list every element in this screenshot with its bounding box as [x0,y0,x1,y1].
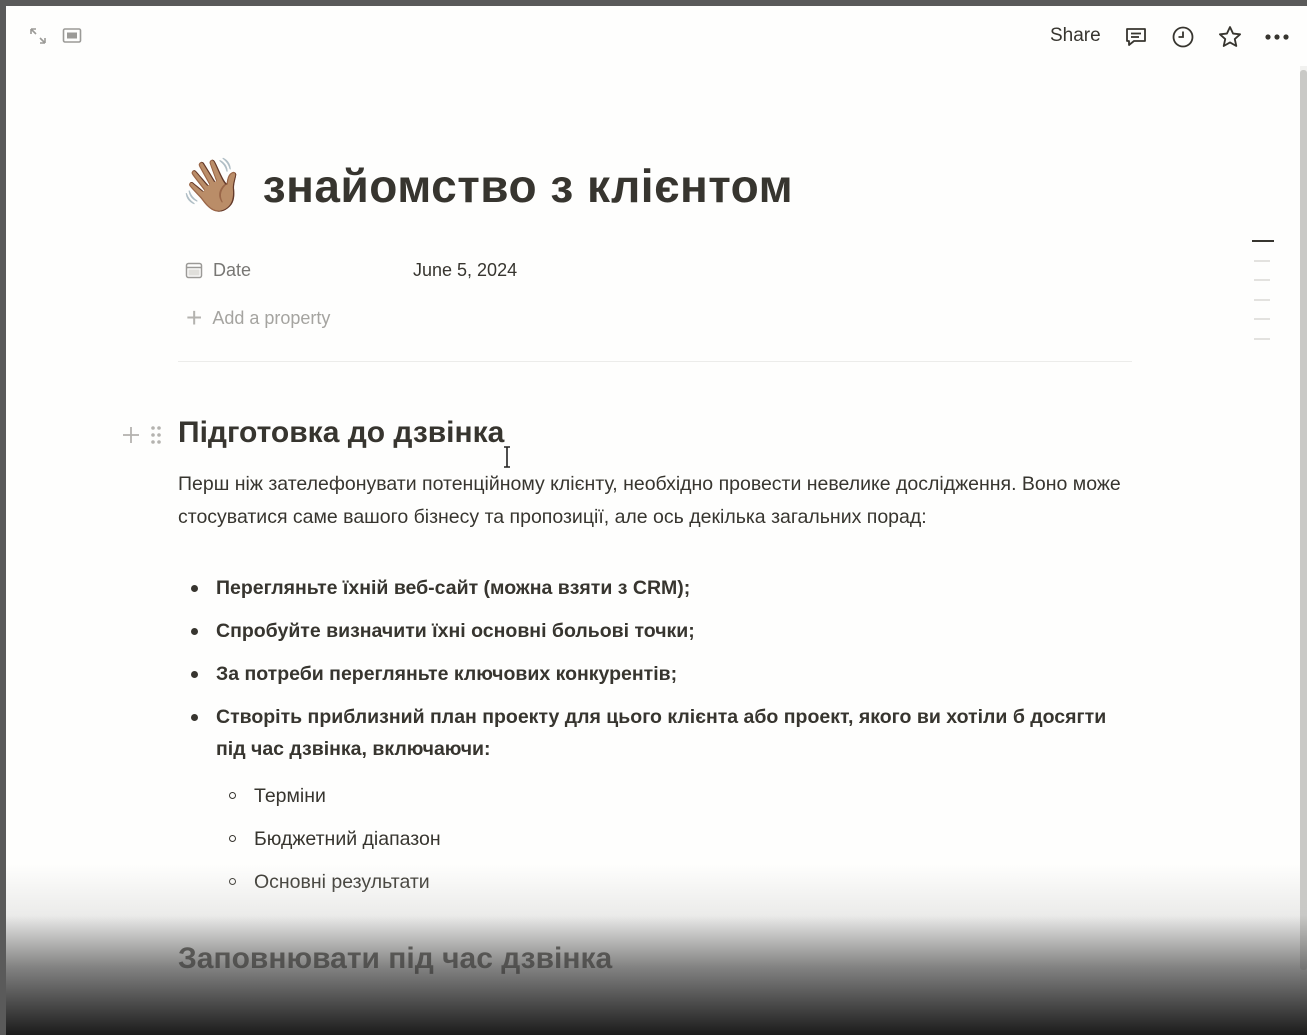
add-property-button[interactable]: + Add a property [186,304,330,332]
sub-list-item[interactable]: Терміни [216,780,441,812]
toc-entry[interactable] [1254,298,1270,301]
intro-paragraph[interactable]: Перш ніж зателефонувати потенційному клі… [178,468,1128,533]
text-cursor-icon [504,446,510,468]
add-property-label: Add a property [212,307,331,328]
toc-entry[interactable] [1254,279,1270,281]
list-item[interactable]: Створіть приблизний план проекту для цьо… [178,701,1128,765]
properties-divider [178,361,1132,362]
page-header: 👋🏽 знайомство з клієнтом [180,156,793,216]
page-title[interactable]: знайомство з клієнтом [263,159,793,213]
section-heading-preparation[interactable]: Підготовка до дзвінка [178,416,504,450]
property-value-date[interactable]: June 5, 2024 [413,260,517,281]
scrollbar-thumb[interactable] [1300,70,1307,970]
sub-bullet-list: Терміни Бюджетний діапазон Основні резул… [216,780,441,909]
property-row-date[interactable]: Date June 5, 2024 [184,252,517,288]
section-heading-during-call[interactable]: Заповнювати під час дзвінка [178,942,612,976]
vertical-scrollbar[interactable] [1300,66,1307,1035]
table-of-contents-outline[interactable] [1252,240,1274,357]
bullet-list: Перегляньте їхній веб-сайт (можна взяти … [178,572,1128,776]
toc-entry[interactable] [1252,240,1274,242]
sub-list-item[interactable]: Основні результати [216,866,441,898]
toc-entry[interactable] [1254,337,1270,340]
calendar-icon [185,262,203,279]
block-controls [120,424,164,446]
page-emoji-icon[interactable]: 👋🏽 [180,156,245,216]
toc-entry[interactable] [1254,259,1270,262]
notion-page-window: Share 👋🏽 знайомство з клієнтом Date June… [6,6,1307,1035]
toc-entry[interactable] [1254,318,1270,320]
list-item[interactable]: Перегляньте їхній веб-сайт (можна взяти … [178,572,1128,604]
list-item[interactable]: Спробуйте визначити їхні основні больові… [178,615,1128,647]
drag-handle-icon[interactable] [148,424,164,446]
list-item[interactable]: За потреби перегляньте ключових конкурен… [178,658,1128,690]
plus-icon: + [186,302,203,333]
sub-list-item[interactable]: Бюджетний діапазон [216,823,441,855]
add-block-plus-icon[interactable] [120,424,142,446]
page-content: 👋🏽 знайомство з клієнтом Date June 5, 20… [6,6,1307,1035]
property-name[interactable]: Date [184,260,413,281]
property-name-label: Date [213,259,252,280]
